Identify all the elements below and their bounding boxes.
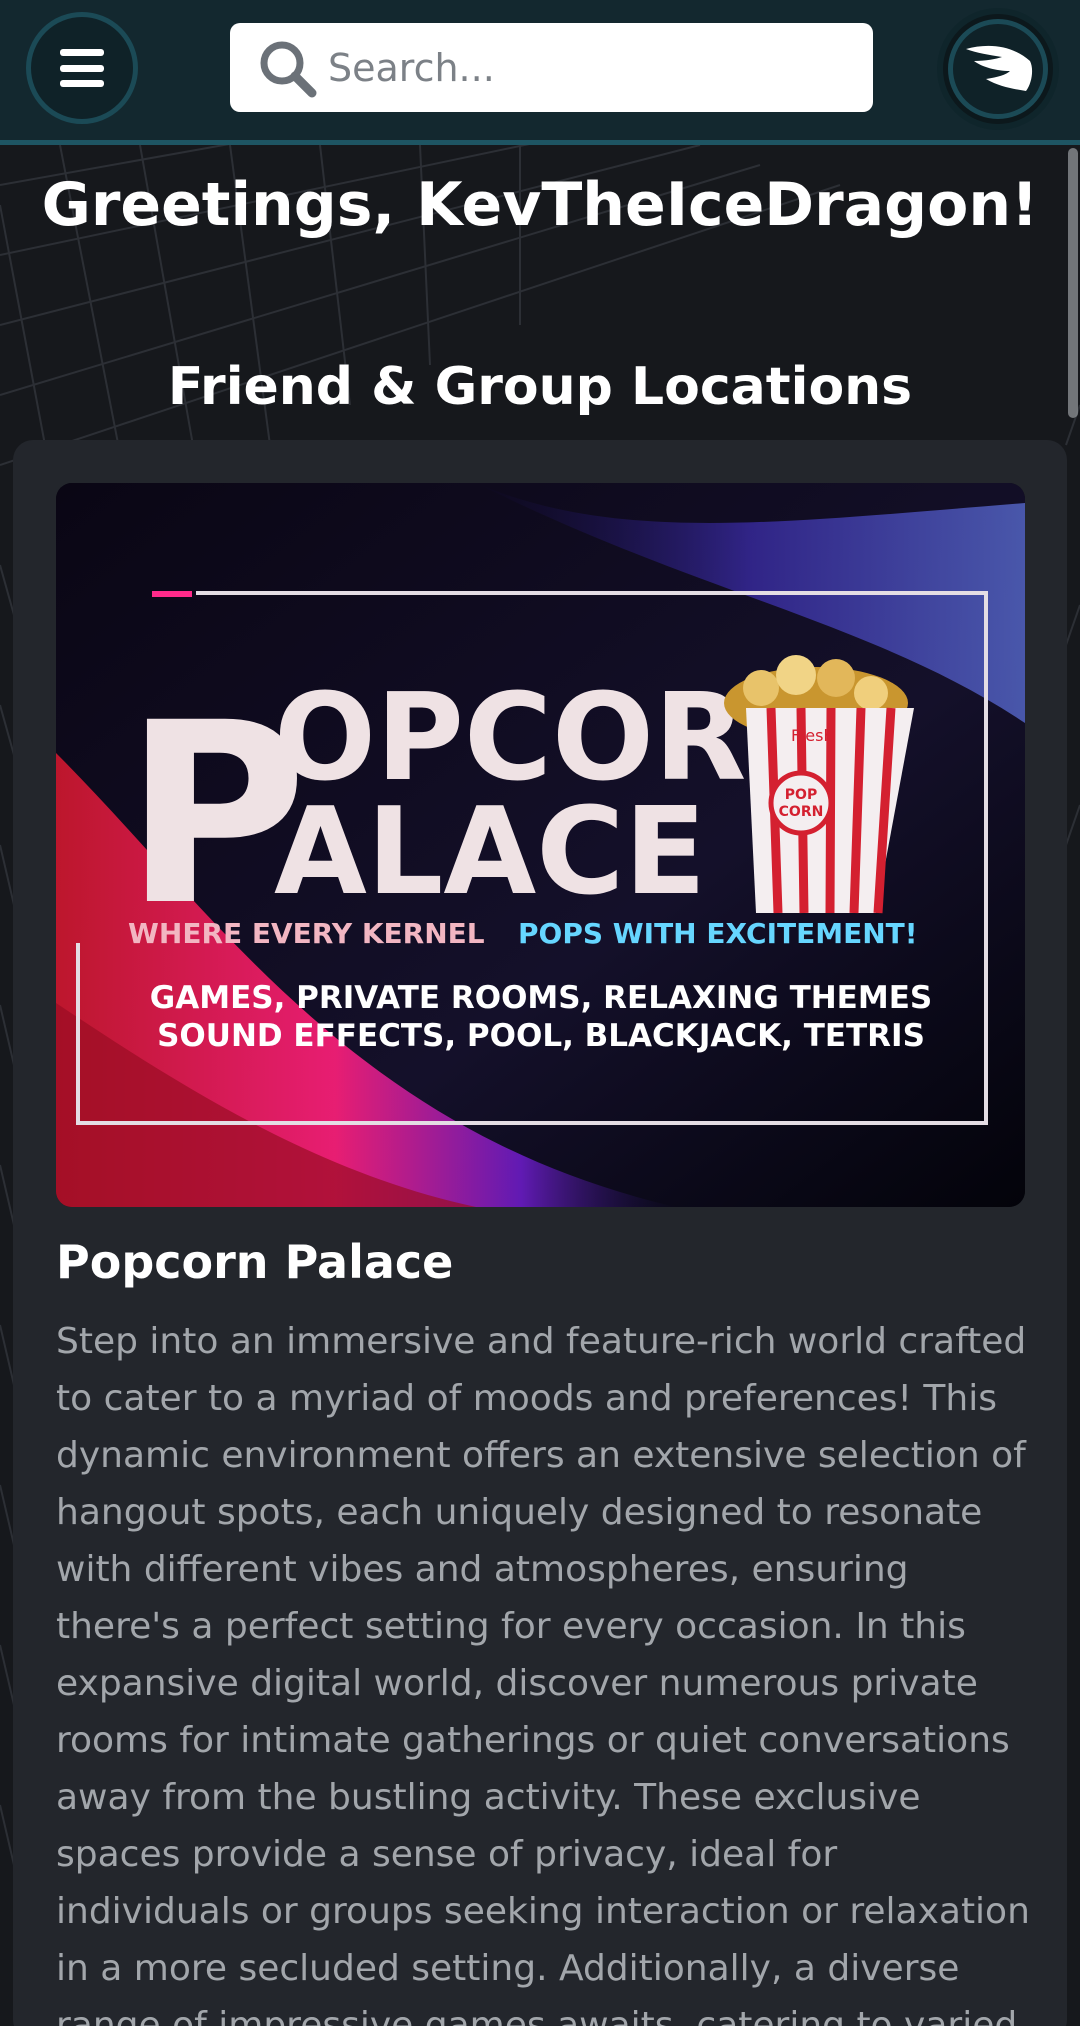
- menu-button[interactable]: [26, 12, 138, 124]
- location-title[interactable]: Popcorn Palace: [56, 1235, 1025, 1289]
- bucket-tag: Fresh: [791, 726, 834, 745]
- banner-title-line2: ALACE: [274, 783, 706, 922]
- bucket-label: POP: [785, 787, 817, 803]
- search-bar[interactable]: [230, 23, 873, 112]
- search-icon: [260, 41, 317, 97]
- search-input[interactable]: [328, 45, 848, 90]
- location-card[interactable]: P OPCORN ALACE POP CORN Fresh WHERE EVER…: [13, 440, 1067, 2026]
- banner-features-line2: SOUND EFFECTS, POOL, BLACKJACK, TETRIS: [157, 1018, 925, 1054]
- greeting-heading: Greetings, KevTheIceDragon!: [41, 170, 1039, 240]
- banner-features-line1: GAMES, PRIVATE ROOMS, RELAXING THEMES: [150, 980, 932, 1016]
- banner-tagline-part2: POPS WITH EXCITEMENT!: [518, 917, 918, 950]
- banner-tagline-part1: WHERE EVERY KERNEL: [128, 917, 485, 950]
- section-title: Friend & Group Locations: [167, 357, 913, 417]
- hamburger-icon: [60, 49, 104, 87]
- top-bar: [0, 0, 1080, 145]
- profile-avatar-button[interactable]: [937, 8, 1059, 130]
- svg-text:CORN: CORN: [779, 804, 824, 820]
- location-description: Step into an immersive and feature-rich …: [56, 1321, 1030, 2026]
- wing-icon: [966, 45, 1033, 91]
- location-banner-image[interactable]: P OPCORN ALACE POP CORN Fresh WHERE EVER…: [56, 483, 1025, 1207]
